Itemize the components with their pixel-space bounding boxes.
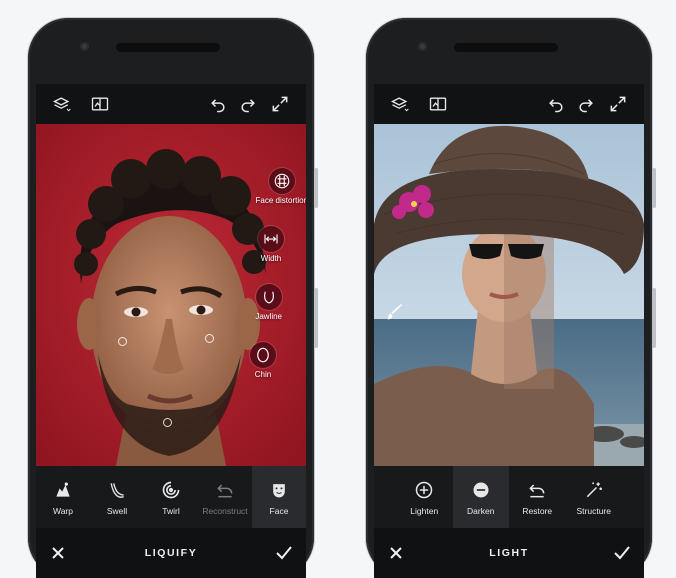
- portrait-photo[interactable]: Face distortion Width Jawline Chin: [36, 124, 306, 466]
- tool-label: Structure: [576, 505, 612, 516]
- cancel-button[interactable]: [48, 543, 68, 563]
- tool-label: Warp: [53, 505, 73, 516]
- tool-lighten[interactable]: Lighten: [396, 466, 453, 528]
- width-arrows-icon: [258, 226, 284, 252]
- liquify-toolbar: Warp Swell Twirl Reconstruct Face: [36, 466, 306, 528]
- tool-swell[interactable]: Swell: [90, 466, 144, 528]
- power-button: [314, 288, 318, 348]
- tool-label: Face: [269, 505, 289, 516]
- plus-circle-icon: [413, 479, 435, 501]
- undo-icon[interactable]: [206, 92, 230, 116]
- tool-structure[interactable]: Structure: [566, 466, 623, 528]
- phone-right: Lighten Darken Restore Structure LIGHT: [366, 18, 656, 578]
- tool-restore[interactable]: Restore: [509, 466, 566, 528]
- cancel-button[interactable]: [386, 543, 406, 563]
- brush-icon[interactable]: [384, 302, 404, 322]
- grid-icon: [268, 168, 295, 194]
- liquify-pin[interactable]: [205, 334, 214, 343]
- undo-arc-icon: [214, 479, 236, 501]
- screen-light: Lighten Darken Restore Structure LIGHT: [374, 84, 644, 578]
- tool-warp[interactable]: Warp: [36, 466, 90, 528]
- face-icon: [268, 479, 290, 501]
- undo-icon[interactable]: [544, 92, 568, 116]
- tool-face[interactable]: Face: [252, 466, 306, 528]
- tool-label: Reconstruct: [202, 505, 248, 516]
- tool-label: Twirl: [162, 505, 180, 516]
- screen-liquify: Face distortion Width Jawline Chin Warp …: [36, 84, 306, 578]
- tool-label: Swell: [106, 505, 128, 516]
- jawline-icon: [255, 284, 282, 310]
- layers-icon[interactable]: [50, 92, 74, 116]
- apply-button[interactable]: [612, 543, 632, 563]
- beach-portrait-photo[interactable]: [374, 124, 644, 466]
- phone-left: Face distortion Width Jawline Chin Warp …: [28, 18, 318, 578]
- face-tool-label: Face distortion: [255, 196, 306, 205]
- redo-icon[interactable]: [236, 92, 260, 116]
- top-toolbar: [36, 84, 306, 124]
- face-tool-label: Width: [260, 254, 282, 263]
- compare-icon[interactable]: [88, 92, 112, 116]
- liquify-pin[interactable]: [163, 418, 172, 427]
- twirl-icon: [160, 479, 182, 501]
- front-camera: [418, 42, 427, 51]
- bottom-bar: LIQUIFY: [36, 528, 306, 578]
- top-toolbar: [374, 84, 644, 124]
- mode-title: LIQUIFY: [144, 547, 198, 559]
- undo-arc-icon: [526, 479, 548, 501]
- apply-button[interactable]: [274, 543, 294, 563]
- tool-darken[interactable]: Darken: [452, 466, 509, 528]
- minus-circle-icon: [470, 479, 492, 501]
- volume-button: [652, 168, 656, 208]
- liquify-pin[interactable]: [118, 337, 127, 346]
- power-button: [652, 288, 656, 348]
- compare-icon[interactable]: [426, 92, 450, 116]
- face-distortion-tool[interactable]: Face distortion: [256, 168, 306, 205]
- tool-twirl[interactable]: Twirl: [144, 466, 198, 528]
- face-tool-label: Jawline: [255, 312, 282, 321]
- fullscreen-icon[interactable]: [268, 92, 292, 116]
- jawline-tool[interactable]: Jawline: [255, 284, 282, 321]
- volume-button: [314, 168, 318, 208]
- redo-icon[interactable]: [574, 92, 598, 116]
- speaker-grille: [454, 43, 558, 52]
- mode-title: LIGHT: [489, 547, 529, 559]
- magic-wand-icon: [583, 479, 605, 501]
- tool-label: Lighten: [410, 505, 439, 516]
- speaker-grille: [116, 43, 220, 52]
- front-camera: [80, 42, 89, 51]
- fullscreen-icon[interactable]: [606, 92, 630, 116]
- tool-label: Restore: [522, 505, 553, 516]
- warp-icon: [52, 479, 74, 501]
- tool-reconstruct[interactable]: Reconstruct: [198, 466, 252, 528]
- chin-icon: [250, 342, 276, 368]
- tool-label: Darken: [467, 505, 495, 516]
- chin-tool[interactable]: Chin: [250, 342, 276, 379]
- width-tool[interactable]: Width: [258, 226, 284, 263]
- layers-icon[interactable]: [388, 92, 412, 116]
- light-toolbar: Lighten Darken Restore Structure: [374, 466, 644, 528]
- bottom-bar: LIGHT: [374, 528, 644, 578]
- swell-icon: [106, 479, 128, 501]
- face-tool-label: Chin: [254, 370, 272, 379]
